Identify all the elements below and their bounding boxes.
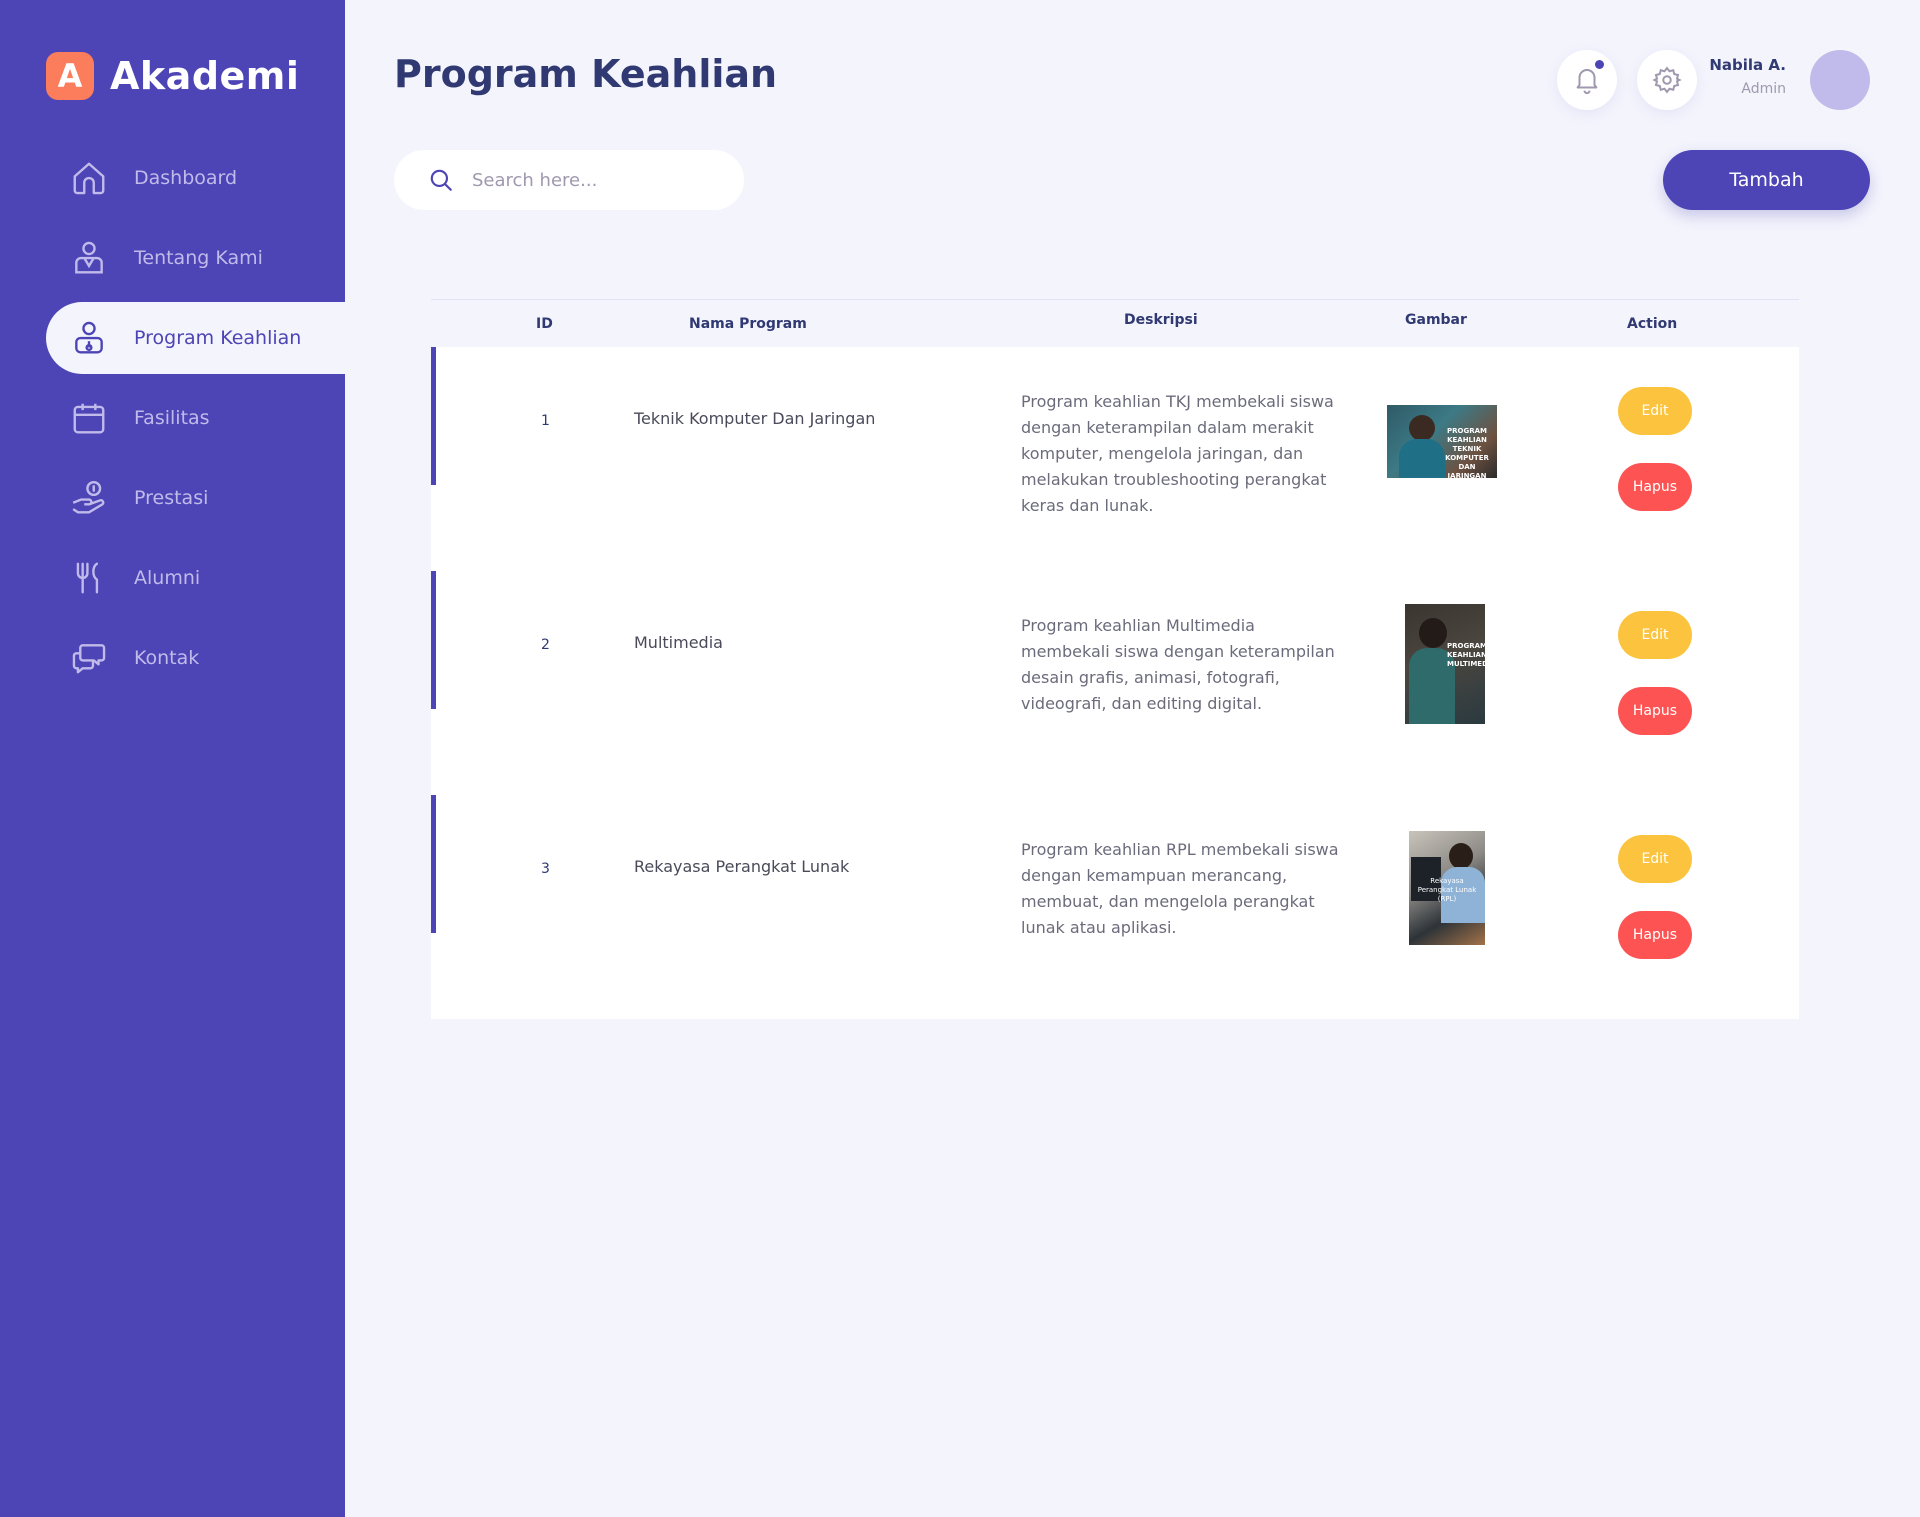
row-description: Program keahlian RPL membekali siswa den… — [1021, 840, 1339, 937]
delete-button[interactable]: Hapus — [1618, 911, 1692, 959]
search-icon — [430, 169, 452, 191]
chat-bubbles-icon — [72, 644, 106, 674]
sidebar-item-label: Alumni — [134, 567, 201, 589]
sidebar: A Akademi Dashboard Tentang Kami Program… — [0, 0, 345, 1517]
image-caption: PROGRAM KEAHLIAN TEKNIK KOMPUTER DAN JAR… — [1445, 427, 1489, 478]
gear-icon — [1652, 66, 1682, 94]
user-info: Nabila A. Admin — [1709, 56, 1786, 97]
delete-button[interactable]: Hapus — [1618, 463, 1692, 511]
sidebar-item-label: Program Keahlian — [134, 327, 302, 349]
image-caption: PROGRAM KEAHLIAN MULTIMEDIA — [1447, 642, 1485, 668]
sidebar-item-dashboard[interactable]: Dashboard — [46, 142, 345, 214]
row-name: Teknik Komputer Dan Jaringan — [634, 409, 876, 428]
sidebar-item-label: Prestasi — [134, 487, 209, 509]
avatar[interactable] — [1810, 50, 1870, 110]
row-indicator — [431, 571, 436, 709]
photo-person-head — [1449, 843, 1473, 869]
column-header-name: Nama Program — [689, 316, 807, 332]
image-caption: Rekayasa Perangkat Lunak (RPL) — [1417, 877, 1477, 903]
person-badge-icon — [75, 321, 103, 354]
edit-button[interactable]: Edit — [1618, 387, 1692, 435]
sidebar-item-tentang-kami[interactable]: Tentang Kami — [46, 222, 345, 294]
add-button[interactable]: Tambah — [1663, 150, 1870, 210]
edit-button[interactable]: Edit — [1618, 611, 1692, 659]
table-row: 1 Teknik Komputer Dan Jaringan Program k… — [431, 347, 1799, 571]
settings-button[interactable] — [1637, 50, 1697, 110]
user-name: Nabila A. — [1709, 56, 1786, 74]
row-id: 1 — [541, 413, 550, 429]
edit-button[interactable]: Edit — [1618, 835, 1692, 883]
sidebar-item-label: Kontak — [134, 647, 200, 669]
sidebar-item-label: Tentang Kami — [134, 247, 263, 269]
sidebar-item-fasilitas[interactable]: Fasilitas — [46, 382, 345, 454]
bell-icon — [1576, 69, 1598, 95]
sidebar-item-label: Dashboard — [134, 167, 238, 189]
column-header-action: Action — [1627, 316, 1678, 332]
table-row: 2 Multimedia Program keahlian Multimedia… — [431, 571, 1799, 795]
row-description: Program keahlian TKJ membekali siswa den… — [1021, 392, 1334, 515]
person-icon — [75, 241, 103, 274]
row-id: 3 — [541, 861, 550, 877]
row-indicator — [431, 347, 436, 485]
sidebar-item-alumni[interactable]: Alumni — [46, 542, 345, 614]
program-image: PROGRAM KEAHLIAN MULTIMEDIA — [1405, 604, 1485, 724]
sidebar-item-label: Fasilitas — [134, 407, 210, 429]
delete-button[interactable]: Hapus — [1618, 687, 1692, 735]
sidebar-nav: Dashboard Tentang Kami Program Keahlian … — [46, 142, 345, 702]
photo-person-head — [1419, 618, 1447, 648]
column-header-description: Deskripsi — [1124, 312, 1198, 328]
program-image: Rekayasa Perangkat Lunak (RPL) — [1409, 831, 1485, 945]
row-name: Rekayasa Perangkat Lunak — [634, 857, 850, 876]
sidebar-item-program-keahlian[interactable]: Program Keahlian — [46, 302, 345, 374]
fork-knife-icon — [76, 562, 99, 594]
table-body: 1 Teknik Komputer Dan Jaringan Program k… — [431, 347, 1799, 1019]
notification-dot — [1595, 60, 1604, 69]
sidebar-item-kontak[interactable]: Kontak — [46, 622, 345, 694]
table-row: 3 Rekayasa Perangkat Lunak Program keahl… — [431, 795, 1799, 1019]
search-box — [394, 150, 744, 210]
photo-person-head — [1409, 415, 1435, 441]
hand-coin-icon — [72, 480, 105, 514]
notification-button[interactable] — [1557, 50, 1617, 110]
program-image: PROGRAM KEAHLIAN TEKNIK KOMPUTER DAN JAR… — [1387, 405, 1497, 478]
app-name: Akademi — [110, 54, 300, 98]
sidebar-item-prestasi[interactable]: Prestasi — [46, 462, 345, 534]
row-name: Multimedia — [634, 633, 723, 652]
row-indicator — [431, 795, 436, 933]
row-description: Program keahlian Multimedia membekali si… — [1021, 616, 1335, 713]
row-id: 2 — [541, 637, 550, 653]
app-logo: A — [46, 52, 94, 100]
brand[interactable]: A Akademi — [46, 52, 299, 100]
page-title: Program Keahlian — [394, 52, 778, 96]
calendar-icon — [73, 403, 105, 434]
column-header-image: Gambar — [1405, 312, 1467, 328]
table-header: ID Nama Program Deskripsi Gambar Action — [431, 299, 1799, 348]
user-role: Admin — [1741, 81, 1786, 97]
search-input[interactable] — [470, 168, 714, 192]
column-header-id: ID — [536, 316, 553, 332]
home-icon — [73, 162, 105, 195]
